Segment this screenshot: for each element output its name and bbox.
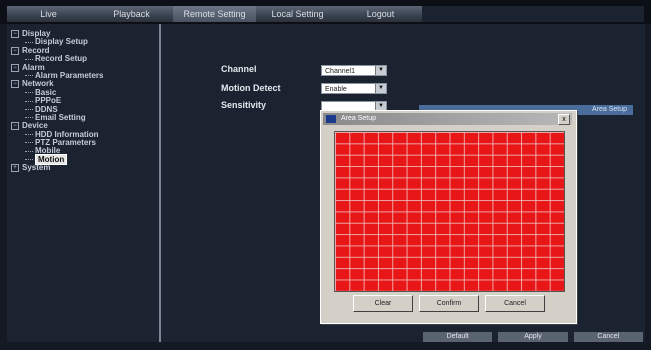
collapse-icon[interactable]: − — [11, 63, 19, 72]
apply-button[interactable]: Apply — [498, 332, 568, 342]
motion-area-dialog: Area Setup x Clear Confirm Cancel — [320, 110, 577, 324]
tree-connector — [25, 41, 33, 43]
dialog-button-row: Clear Confirm Cancel — [353, 295, 545, 312]
confirm-button[interactable]: Confirm — [419, 295, 479, 312]
tree-group-network[interactable]: − Network — [11, 80, 103, 89]
tree-connector — [25, 150, 33, 152]
tab-logout[interactable]: Logout — [339, 6, 422, 22]
app-window: Live Playback Remote Setting Local Setti… — [0, 0, 651, 350]
chevron-down-icon[interactable]: ▼ — [375, 84, 386, 93]
tree-connector — [25, 142, 33, 144]
tab-strip: Live Playback Remote Setting Local Setti… — [7, 6, 422, 22]
tree-connector — [25, 58, 33, 60]
tab-live[interactable]: Live — [7, 6, 90, 22]
tab-playback[interactable]: Playback — [90, 6, 173, 22]
default-button[interactable]: Default — [423, 332, 493, 342]
collapse-icon[interactable]: − — [11, 122, 19, 131]
channel-select[interactable]: Channel1 ▼ — [321, 65, 387, 76]
motion-area-grid[interactable] — [334, 131, 565, 292]
tree-group-system[interactable]: + System — [11, 163, 103, 173]
settings-tree: − Display Display Setup − Record Record Se… — [11, 29, 103, 173]
cancel-button[interactable]: Cancel — [573, 332, 643, 342]
clear-button[interactable]: Clear — [353, 295, 413, 312]
tab-local-setting[interactable]: Local Setting — [256, 6, 339, 22]
channel-label: Channel — [221, 64, 257, 74]
collapse-icon[interactable]: − — [11, 80, 19, 89]
expand-icon[interactable]: + — [11, 164, 19, 173]
motion-detect-label: Motion Detect — [221, 83, 281, 93]
close-icon[interactable]: x — [558, 114, 570, 125]
top-tab-bar: Live Playback Remote Setting Local Setti… — [0, 0, 651, 24]
footer-button-row: Default Apply Cancel — [423, 332, 643, 342]
settings-sidebar: − Display Display Setup − Record Record Se… — [7, 24, 161, 342]
dialog-title: Area Setup — [341, 115, 377, 122]
tab-remote-setting[interactable]: Remote Setting — [173, 6, 256, 22]
tree-connector — [25, 75, 33, 77]
tree-connector — [25, 108, 33, 110]
dialog-cancel-button[interactable]: Cancel — [485, 295, 545, 312]
motion-detect-value: Enable — [325, 86, 347, 93]
dialog-titlebar[interactable]: Area Setup x — [323, 113, 572, 125]
collapse-icon[interactable]: − — [11, 30, 19, 38]
sensitivity-label: Sensitivity — [221, 100, 267, 110]
chevron-down-icon[interactable]: ▼ — [375, 66, 386, 75]
app-icon — [326, 115, 336, 123]
tree-label: System — [22, 163, 51, 173]
tree-connector — [25, 134, 33, 136]
collapse-icon[interactable]: − — [11, 46, 19, 55]
tree-connector — [25, 117, 33, 119]
tree-connector — [25, 159, 33, 161]
channel-value: Channel1 — [325, 68, 355, 75]
top-bar-filler — [422, 6, 644, 22]
tree-connector — [25, 92, 33, 94]
motion-detect-select[interactable]: Enable ▼ — [321, 83, 387, 94]
tree-connector — [25, 100, 33, 102]
